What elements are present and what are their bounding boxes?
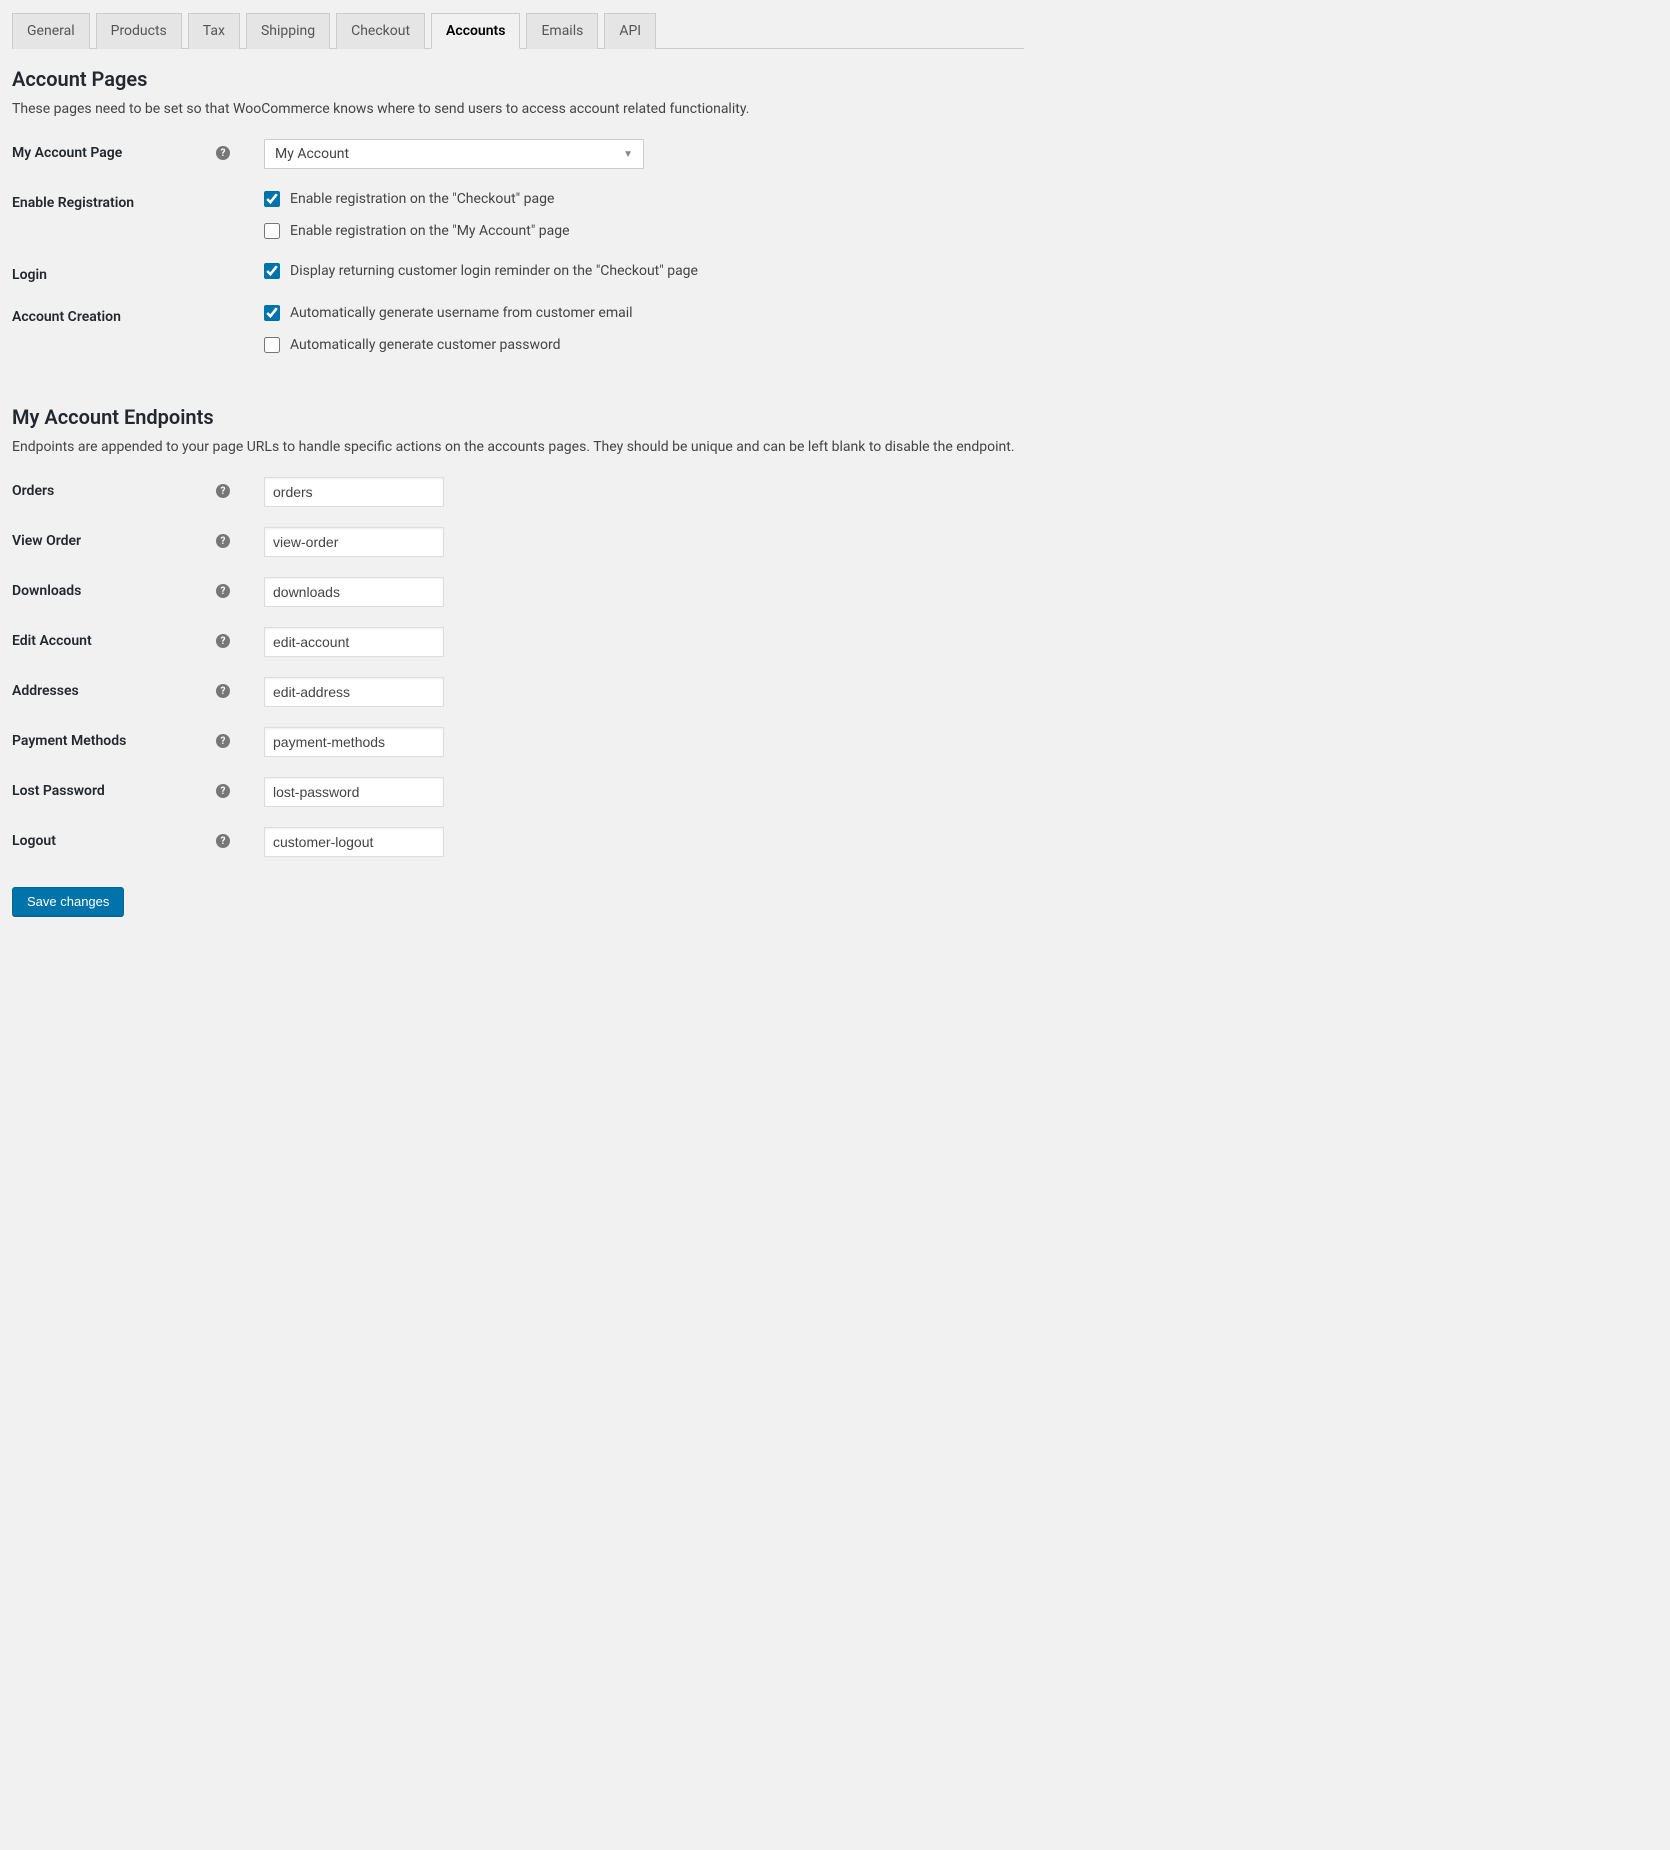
section-desc-account-pages: These pages need to be set so that WooCo… — [12, 101, 1024, 117]
checkbox-label: Enable registration on the "Checkout" pa… — [290, 191, 554, 207]
checkbox-registration-myaccount[interactable] — [264, 223, 280, 239]
help-icon[interactable]: ? — [216, 146, 230, 160]
tab-api[interactable]: API — [604, 13, 656, 49]
tab-accounts[interactable]: Accounts — [431, 13, 520, 49]
label-view-order: View Order — [12, 533, 81, 549]
my-account-page-select[interactable]: My Account ▼ — [264, 139, 644, 169]
label-edit-account: Edit Account — [12, 633, 92, 649]
tab-tax[interactable]: Tax — [188, 13, 240, 49]
tab-general[interactable]: General — [12, 13, 90, 49]
label-addresses: Addresses — [12, 683, 79, 699]
chevron-down-icon: ▼ — [623, 149, 633, 160]
section-desc-endpoints: Endpoints are appended to your page URLs… — [12, 439, 1024, 455]
checkbox-label: Enable registration on the "My Account" … — [290, 223, 570, 239]
input-logout[interactable] — [264, 827, 444, 857]
section-title-endpoints: My Account Endpoints — [12, 405, 1024, 429]
label-enable-registration: Enable Registration — [12, 195, 134, 211]
help-icon[interactable]: ? — [216, 734, 230, 748]
label-lost-password: Lost Password — [12, 783, 105, 799]
help-icon[interactable]: ? — [216, 834, 230, 848]
label-orders: Orders — [12, 483, 54, 499]
section-title-account-pages: Account Pages — [12, 67, 1024, 91]
input-view-order[interactable] — [264, 527, 444, 557]
checkbox-auto-username[interactable] — [264, 305, 280, 321]
label-payment-methods: Payment Methods — [12, 733, 126, 749]
tab-emails[interactable]: Emails — [526, 13, 598, 49]
label-logout: Logout — [12, 833, 56, 849]
tab-products[interactable]: Products — [96, 13, 182, 49]
my-account-page-value: My Account — [275, 146, 349, 162]
checkbox-label: Display returning customer login reminde… — [290, 263, 698, 279]
checkbox-registration-checkout[interactable] — [264, 191, 280, 207]
input-lost-password[interactable] — [264, 777, 444, 807]
label-account-creation: Account Creation — [12, 309, 121, 325]
label-my-account-page: My Account Page — [12, 145, 122, 161]
tab-shipping[interactable]: Shipping — [246, 13, 330, 49]
input-edit-account[interactable] — [264, 627, 444, 657]
input-payment-methods[interactable] — [264, 727, 444, 757]
help-icon[interactable]: ? — [216, 484, 230, 498]
checkbox-auto-password[interactable] — [264, 337, 280, 353]
tab-checkout[interactable]: Checkout — [336, 13, 425, 49]
label-login: Login — [12, 267, 47, 283]
checkbox-label: Automatically generate customer password — [290, 337, 561, 353]
input-downloads[interactable] — [264, 577, 444, 607]
settings-tabs: General Products Tax Shipping Checkout A… — [12, 12, 1024, 49]
input-addresses[interactable] — [264, 677, 444, 707]
help-icon[interactable]: ? — [216, 534, 230, 548]
checkbox-label: Automatically generate username from cus… — [290, 305, 633, 321]
save-button[interactable]: Save changes — [12, 887, 124, 916]
checkbox-login-reminder[interactable] — [264, 263, 280, 279]
help-icon[interactable]: ? — [216, 784, 230, 798]
label-downloads: Downloads — [12, 583, 81, 599]
help-icon[interactable]: ? — [216, 584, 230, 598]
help-icon[interactable]: ? — [216, 634, 230, 648]
input-orders[interactable] — [264, 477, 444, 507]
help-icon[interactable]: ? — [216, 684, 230, 698]
